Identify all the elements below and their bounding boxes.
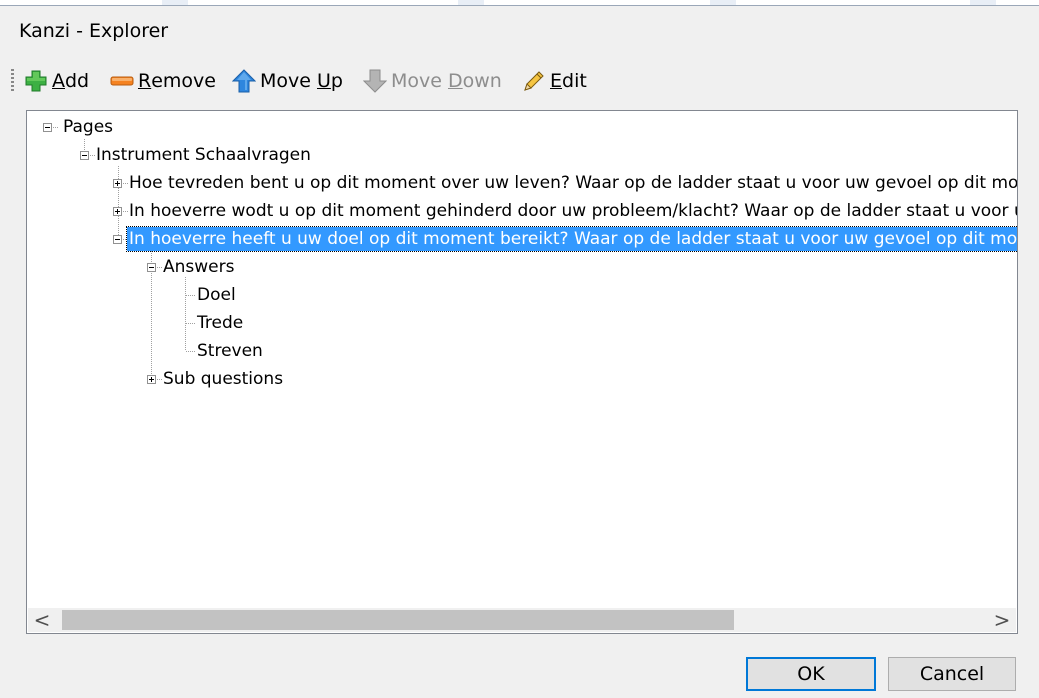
tree-node-answers[interactable]: Answers xyxy=(161,255,236,279)
tree-node-pages[interactable]: Pages xyxy=(61,115,115,139)
move-down-accel: D xyxy=(448,70,463,92)
arrow-up-icon xyxy=(231,69,257,93)
tree-node-sub-questions[interactable]: Sub questions xyxy=(161,367,285,391)
tree-node-label: In hoeverre heeft u uw doel op dit momen… xyxy=(125,226,1017,252)
tree-node-question[interactable]: Hoe tevreden bent u op dit moment over u… xyxy=(127,171,1018,195)
tree-node-answer[interactable]: Trede xyxy=(195,311,245,335)
edit-accel: E xyxy=(550,70,563,92)
expand-toggle[interactable] xyxy=(113,179,122,188)
tree-node-question[interactable]: In hoeverre wodt u op dit moment gehinde… xyxy=(127,199,1018,223)
pencil-icon xyxy=(522,69,546,93)
edit-button[interactable]: Edit xyxy=(522,66,587,96)
top-strip-line xyxy=(0,5,1039,6)
add-icon xyxy=(24,69,48,93)
tree-line xyxy=(53,127,59,128)
add-accel: A xyxy=(52,70,65,92)
move-down-button[interactable]: Move Down xyxy=(362,66,502,96)
scroll-right-button[interactable]: > xyxy=(990,608,1014,632)
tree-node-label: In hoeverre wodt u op dit moment gehinde… xyxy=(129,201,1018,221)
toolbar: Add Remove Move Up Move Down E dit xyxy=(0,60,1039,104)
expand-toggle[interactable] xyxy=(113,207,122,216)
tree-node-label: Streven xyxy=(197,341,263,361)
tree-node-label: Instrument Schaalvragen xyxy=(96,145,311,165)
remove-button[interactable]: Remove xyxy=(110,66,216,96)
add-button[interactable]: Add xyxy=(24,66,89,96)
tree-node-label: Sub questions xyxy=(163,369,284,389)
edit-label: dit xyxy=(562,70,587,92)
window-top-strip xyxy=(0,0,1039,6)
move-up-button[interactable]: Move Up xyxy=(231,66,343,96)
move-up-accel: U xyxy=(317,70,331,92)
move-down-label: own xyxy=(462,70,502,92)
add-label: dd xyxy=(65,70,90,92)
tree-node-label: Answers xyxy=(163,257,235,277)
move-up-label-pre: Move xyxy=(260,70,317,92)
remove-icon xyxy=(110,69,134,93)
cancel-button[interactable]: Cancel xyxy=(888,657,1016,691)
tree-node-question-selected[interactable]: In hoeverre heeft u uw doel op dit momen… xyxy=(125,226,1017,252)
move-up-label: p xyxy=(330,70,343,92)
collapse-toggle[interactable] xyxy=(43,123,52,132)
tree-line xyxy=(118,166,119,240)
tree-node-label: Doel xyxy=(197,285,236,305)
tree-view[interactable]: Pages Instrument Schaalvragen Hoe tevred… xyxy=(26,110,1018,634)
tree-node-label: Hoe tevreden bent u op dit moment over u… xyxy=(129,173,1018,193)
collapse-toggle[interactable] xyxy=(113,235,122,244)
tree-node-answer[interactable]: Streven xyxy=(195,339,265,363)
expand-toggle[interactable] xyxy=(147,375,156,384)
ok-button[interactable]: OK xyxy=(746,657,876,691)
scroll-left-button[interactable]: < xyxy=(30,608,54,632)
collapse-toggle[interactable] xyxy=(147,263,156,272)
window-title: Kanzi - Explorer xyxy=(19,20,169,42)
collapse-toggle[interactable] xyxy=(80,151,89,160)
remove-label: emove xyxy=(151,70,216,92)
remove-accel: R xyxy=(138,70,152,92)
tree-node-label: Pages xyxy=(63,117,114,137)
toolbar-grip[interactable] xyxy=(11,69,14,93)
arrow-down-icon xyxy=(362,69,388,93)
tree-node-instrument[interactable]: Instrument Schaalvragen xyxy=(94,143,313,167)
move-down-label-pre: Move xyxy=(391,70,448,92)
tree-node-answer[interactable]: Doel xyxy=(195,283,238,307)
tree-node-label: Trede xyxy=(197,313,244,333)
scrollbar-thumb[interactable] xyxy=(62,610,734,630)
tree-line xyxy=(185,277,186,351)
horizontal-scrollbar[interactable]: < > xyxy=(28,608,1016,632)
